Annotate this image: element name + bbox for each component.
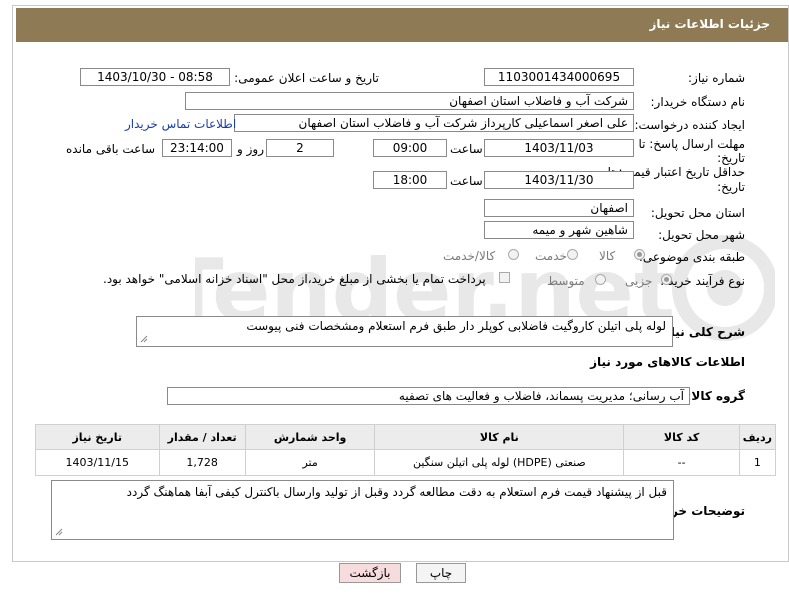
process-medium-radio[interactable] (595, 274, 606, 285)
resize-grip-icon[interactable] (140, 335, 148, 343)
col-need-date: تاریخ نیاز (35, 424, 160, 450)
cell-item-name: لوله پلی اتیلن سنگین (HDPE) صنعتی (374, 449, 625, 476)
page-title: جزئیات اطلاعات نیاز (649, 17, 770, 31)
response-date-field: 1403/11/03 (484, 139, 634, 157)
process-minor-label: جزیی (625, 274, 653, 288)
remaining-time-label: ساعت باقی مانده (66, 142, 156, 156)
cell-unit: متر (244, 449, 376, 476)
general-description-field[interactable]: لوله پلی اتیلن کاروگیت فاضلابی کوپلر دار… (136, 316, 673, 347)
response-time-label: ساعت (450, 142, 483, 156)
price-validity-date-field: 1403/11/30 (484, 171, 634, 189)
goods-table-header: تاریخ نیاز تعداد / مقدار واحد شمارش نام … (35, 424, 777, 450)
col-item-name: نام کالا (374, 424, 625, 450)
title-bar: جزئیات اطلاعات نیاز (16, 8, 788, 42)
response-time-field: 09:00 (373, 139, 447, 157)
print-button[interactable]: چاپ (416, 563, 466, 583)
response-deadline-label: مهلت ارسال پاسخ: تا (638, 137, 745, 151)
buyer-org-field: شرکت آب و فاضلاب استان اصفهان (185, 92, 634, 110)
cell-need-date: 1403/11/15 (35, 449, 160, 476)
announce-datetime-label: تاریخ و ساعت اعلان عمومی: (234, 71, 379, 85)
category-goods-service-radio[interactable] (508, 249, 519, 260)
treasury-payment-checkbox[interactable] (499, 272, 510, 283)
col-row: ردیف (738, 424, 777, 450)
category-service-radio[interactable] (567, 249, 578, 260)
buyer-notes-field[interactable]: قبل از پیشنهاد قیمت فرم استعلام به دقت م… (51, 480, 674, 540)
cell-quantity: 1,728 (158, 449, 246, 476)
buyer-org-label: نام دستگاه خریدار: (650, 95, 746, 109)
back-button[interactable]: بازگشت (339, 563, 401, 583)
process-medium-label: متوسط (547, 274, 585, 288)
delivery-city-field: شاهین شهر و میمه (484, 221, 634, 239)
category-goods-radio[interactable] (634, 249, 645, 260)
cell-item-code: -- (623, 449, 740, 476)
response-days-field: 2 (266, 139, 334, 157)
table-row[interactable]: 1403/11/15 1,728 متر لوله پلی اتیلن سنگی… (35, 449, 777, 476)
delivery-province-field: اصفهان (484, 199, 634, 217)
requester-label: ایجاد کننده درخواست: (634, 118, 745, 132)
col-quantity: تعداد / مقدار (158, 424, 246, 450)
days-and-label: روز و (237, 142, 264, 156)
price-validity-label-2: تاریخ: (717, 180, 745, 194)
price-validity-time-field: 18:00 (373, 171, 447, 189)
goods-group-label: گروه کالا: (686, 389, 745, 403)
purchase-process-label: نوع فرآیند خرید : (660, 274, 745, 288)
cell-row: 1 (738, 449, 777, 476)
process-minor-radio[interactable] (661, 274, 672, 285)
col-unit: واحد شمارش (244, 424, 376, 450)
goods-section-title: اطلاعات کالاهای مورد نیاز (590, 355, 745, 369)
response-deadline-label-2: تاریخ: (717, 151, 745, 165)
price-validity-time-label: ساعت (450, 174, 483, 188)
buyer-notes-text: قبل از پیشنهاد قیمت فرم استعلام به دقت م… (126, 485, 667, 499)
requester-field: علی اصغر اسماعیلی کارپرداز شرکت آب و فاض… (234, 114, 634, 132)
treasury-payment-note: پرداخت تمام یا بخشی از مبلغ خرید،از محل … (103, 272, 486, 286)
need-number-field: 1103001434000695 (484, 68, 634, 86)
general-description-text: لوله پلی اتیلن کاروگیت فاضلابی کوپلر دار… (246, 319, 666, 333)
category-goods-service-label: کالا/خدمت (443, 249, 496, 263)
goods-group-field: آب رسانی؛ مدیریت پسماند، فاضلاب و فعالیت… (167, 387, 690, 405)
col-item-code: کد کالا (623, 424, 740, 450)
resize-grip-icon[interactable] (55, 528, 63, 536)
buyer-contact-link[interactable]: اطلاعات تماس خریدار (125, 117, 236, 131)
remaining-time-field: 23:14:00 (162, 139, 232, 157)
need-number-label: شماره نیاز: (688, 71, 745, 85)
delivery-province-label: استان محل تحویل: (650, 206, 745, 220)
delivery-city-label: شهر محل تحویل: (658, 228, 745, 242)
category-label: طبقه بندی موضوعی: (638, 250, 745, 264)
goods-table: تاریخ نیاز تعداد / مقدار واحد شمارش نام … (35, 424, 777, 476)
category-service-label: خدمت (535, 249, 567, 263)
announce-datetime-field: 1403/10/30 - 08:58 (80, 68, 230, 86)
category-goods-label: کالا (599, 249, 616, 263)
